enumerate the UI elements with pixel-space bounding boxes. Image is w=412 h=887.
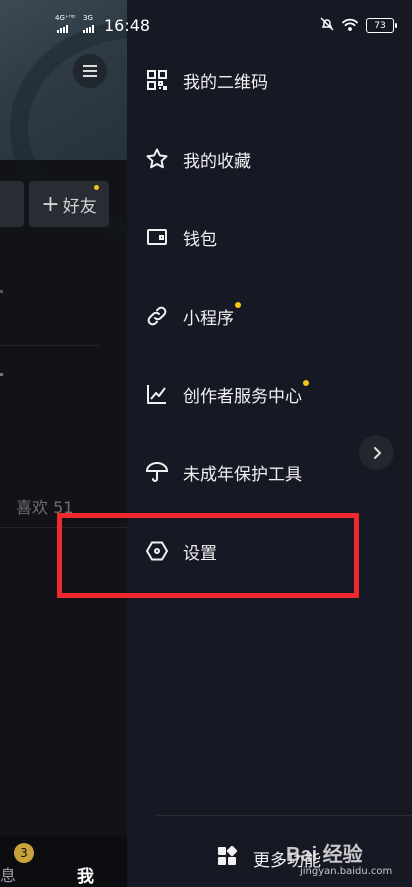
- watermark-main: Bai 经验: [286, 844, 363, 866]
- baidu-jingyan-watermark: Bai 经验 jingyan.baidu.com: [286, 838, 404, 884]
- side-drawer: 我的二维码 我的收藏 钱包 小程序 创作者服务中心 未成年保护工具 设置 更多功…: [127, 0, 412, 887]
- chart-icon: [145, 382, 169, 406]
- profile-page-dimmed[interactable]: + 好友 喜欢 51 息 3 我: [0, 0, 127, 887]
- status-bar: 4G⁺ᴴᴰ 3G 16:48 73: [0, 0, 412, 48]
- umbrella-icon: [145, 460, 169, 484]
- drawer-item-qr-code[interactable]: 我的二维码: [127, 50, 412, 110]
- add-friend-button[interactable]: + 好友: [29, 181, 109, 227]
- nav-me[interactable]: 我: [77, 862, 94, 887]
- signal-icon: [57, 25, 68, 33]
- messages-badge: 3: [14, 843, 34, 863]
- highlight-annotation: [57, 513, 359, 598]
- clock: 16:48: [104, 16, 151, 35]
- wifi-icon: [342, 16, 358, 35]
- menu-icon[interactable]: [73, 54, 107, 88]
- star-icon: [145, 147, 169, 171]
- mute-bell-icon: [320, 16, 334, 35]
- drawer-item-label: 钱包: [183, 229, 217, 250]
- drawer-item-mini-programs[interactable]: 小程序: [127, 286, 412, 346]
- drawer-item-label: 创作者服务中心: [183, 379, 309, 407]
- link-icon: [145, 304, 169, 328]
- notification-dot: [235, 301, 241, 308]
- drawer-item-favorites[interactable]: 我的收藏: [127, 129, 412, 189]
- drawer-item-label: 未成年保护工具: [183, 464, 302, 485]
- plus-icon: +: [41, 191, 60, 217]
- drawer-item-label: 我的二维码: [183, 72, 268, 93]
- drawer-item-creator-center[interactable]: 创作者服务中心: [127, 364, 412, 424]
- watermark-url: jingyan.baidu.com: [300, 866, 393, 877]
- signal-icon: [83, 25, 94, 33]
- battery-icon: 73: [366, 18, 397, 33]
- drawer-item-wallet[interactable]: 钱包: [127, 207, 412, 267]
- network-label: 3G: [83, 14, 93, 22]
- wallet-icon: [145, 225, 169, 249]
- divider: [0, 345, 100, 346]
- drawer-item-label: 小程序: [183, 301, 241, 329]
- chevron-right-icon[interactable]: [359, 435, 394, 470]
- edit-profile-button[interactable]: [0, 181, 24, 227]
- drawer-item-label: 我的收藏: [183, 151, 251, 172]
- add-friend-label: 好友: [62, 196, 97, 217]
- nav-messages[interactable]: 息: [0, 862, 16, 886]
- notification-dot: [94, 185, 99, 190]
- qr-code-icon: [145, 68, 169, 92]
- notification-dot: [303, 379, 309, 386]
- grid-icon: [217, 845, 238, 870]
- divider: [157, 815, 412, 816]
- network-label: 4G⁺ᴴᴰ: [55, 14, 76, 22]
